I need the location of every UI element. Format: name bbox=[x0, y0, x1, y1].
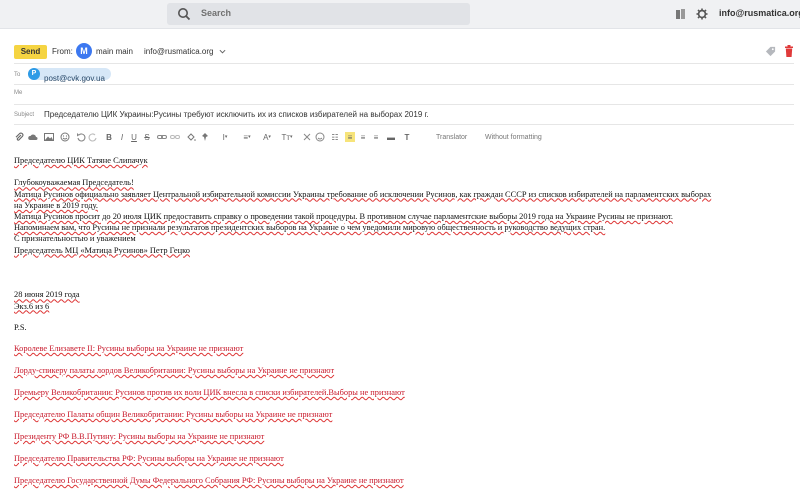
bullet-list-button[interactable]: ☷ bbox=[330, 132, 340, 142]
divider bbox=[14, 104, 794, 105]
list-item: Председателю Палаты общин Великобритании… bbox=[14, 409, 333, 419]
subject-label: Subject bbox=[14, 112, 35, 118]
list-item: Председателю Государственной Думы Федера… bbox=[14, 475, 404, 485]
send-button[interactable]: Send bbox=[14, 45, 47, 59]
divider bbox=[14, 84, 794, 85]
search-icon bbox=[178, 8, 191, 21]
top-bar: Search info@rusmatica.org bbox=[0, 0, 800, 29]
tag-icon[interactable] bbox=[765, 46, 776, 57]
salutation: Глубокоуважаемая Председатель! bbox=[14, 178, 134, 188]
link-icon[interactable] bbox=[157, 132, 167, 142]
emoji-format-icon[interactable] bbox=[315, 132, 325, 142]
translator-button[interactable]: Translator bbox=[436, 134, 467, 141]
paint-bucket-icon[interactable] bbox=[186, 132, 196, 142]
from-name[interactable]: main main bbox=[96, 47, 133, 56]
divider bbox=[14, 124, 794, 125]
from-label: From: bbox=[52, 47, 73, 56]
paragraph-1: Матица Русинов официально заявляет Центр… bbox=[14, 189, 712, 199]
list-item: Лорду-спикеру палаты лордов Великобритан… bbox=[14, 365, 335, 375]
unlink-icon[interactable] bbox=[170, 132, 180, 142]
from-avatar: M bbox=[76, 43, 92, 59]
closing: С признательностью и уважением bbox=[14, 234, 136, 244]
italic-button[interactable]: I bbox=[117, 132, 127, 142]
copy-number: Экз.6 из 6 bbox=[14, 301, 50, 311]
strikethrough-button[interactable]: S bbox=[142, 132, 152, 142]
gear-icon[interactable] bbox=[696, 8, 708, 20]
message-body[interactable]: Председателю ЦИК Татяне Слипачук Глубоко… bbox=[14, 155, 794, 486]
underline-button[interactable]: U bbox=[129, 132, 139, 142]
attachment-icon[interactable] bbox=[14, 132, 24, 142]
paragraph-2: Матица Русинов просит до 20 июля ЦИК пре… bbox=[14, 212, 673, 221]
date: 28 июня 2019 года bbox=[14, 290, 80, 300]
paragraph-1-cont: на Украине в 2019 году. bbox=[14, 200, 98, 210]
image-icon[interactable] bbox=[44, 132, 54, 142]
font-family-button[interactable]: I ▾ bbox=[218, 132, 232, 142]
align-left-button[interactable]: ≡ bbox=[345, 132, 355, 142]
recipient-chip[interactable]: P post@cvk.gov.ua bbox=[28, 68, 111, 83]
clear-format-icon[interactable] bbox=[302, 132, 312, 142]
signature: Председатель МЦ «Матица Русинов» Петр Ге… bbox=[14, 245, 190, 255]
chevron-down-icon[interactable] bbox=[219, 48, 226, 55]
font-size-button[interactable]: Tт ▾ bbox=[280, 132, 294, 142]
recipient-avatar: P bbox=[28, 68, 40, 80]
greeting-to: Председателю ЦИК Татяне Слипачук bbox=[14, 156, 148, 165]
list-item: Председателю Правительства РФ: Русины вы… bbox=[14, 453, 284, 463]
align-right-button[interactable]: ≡ bbox=[371, 132, 381, 142]
list-item: Президенту РФ В.В.Путину: Русины выборы … bbox=[14, 431, 265, 441]
divider bbox=[14, 63, 794, 64]
account-name[interactable]: info@rusmatica.org bbox=[719, 8, 800, 18]
list-item: Королеве Елизавете II: Русины выборы на … bbox=[14, 343, 244, 353]
paragraph-3: Напоминаем вам, что Русины не признали р… bbox=[14, 223, 606, 233]
search-bar[interactable]: Search bbox=[167, 3, 470, 25]
horizontal-rule-button[interactable]: ▬ bbox=[386, 132, 396, 142]
align-center-button[interactable]: ≡ bbox=[358, 132, 368, 142]
subject-input[interactable]: Председателю ЦИК Украины:Русины требуют … bbox=[44, 110, 429, 119]
text-format-button[interactable]: T bbox=[402, 132, 412, 142]
trash-icon[interactable] bbox=[784, 45, 794, 57]
recipient-email: post@cvk.gov.ua bbox=[44, 74, 105, 83]
cloud-icon[interactable] bbox=[28, 132, 38, 142]
text-color-button[interactable]: A ▾ bbox=[260, 132, 274, 142]
pin-icon[interactable] bbox=[200, 132, 210, 142]
to-label: To bbox=[14, 72, 21, 78]
archive-icon[interactable] bbox=[675, 8, 687, 20]
without-formatting-button[interactable]: Without formatting bbox=[485, 134, 542, 141]
list-item: Премьеру Великобритании: Русинов против … bbox=[14, 387, 405, 397]
undo-icon[interactable] bbox=[76, 132, 86, 142]
postscript: P.S. bbox=[14, 322, 27, 332]
cc-label[interactable]: Me bbox=[14, 90, 22, 96]
emoji-icon[interactable] bbox=[60, 132, 70, 142]
redo-icon[interactable] bbox=[88, 132, 98, 142]
search-input[interactable]: Search bbox=[201, 8, 231, 18]
line-height-button[interactable]: ≡ ▾ bbox=[240, 132, 254, 142]
from-email[interactable]: info@rusmatica.org bbox=[144, 47, 213, 56]
bold-button[interactable]: B bbox=[104, 132, 114, 142]
